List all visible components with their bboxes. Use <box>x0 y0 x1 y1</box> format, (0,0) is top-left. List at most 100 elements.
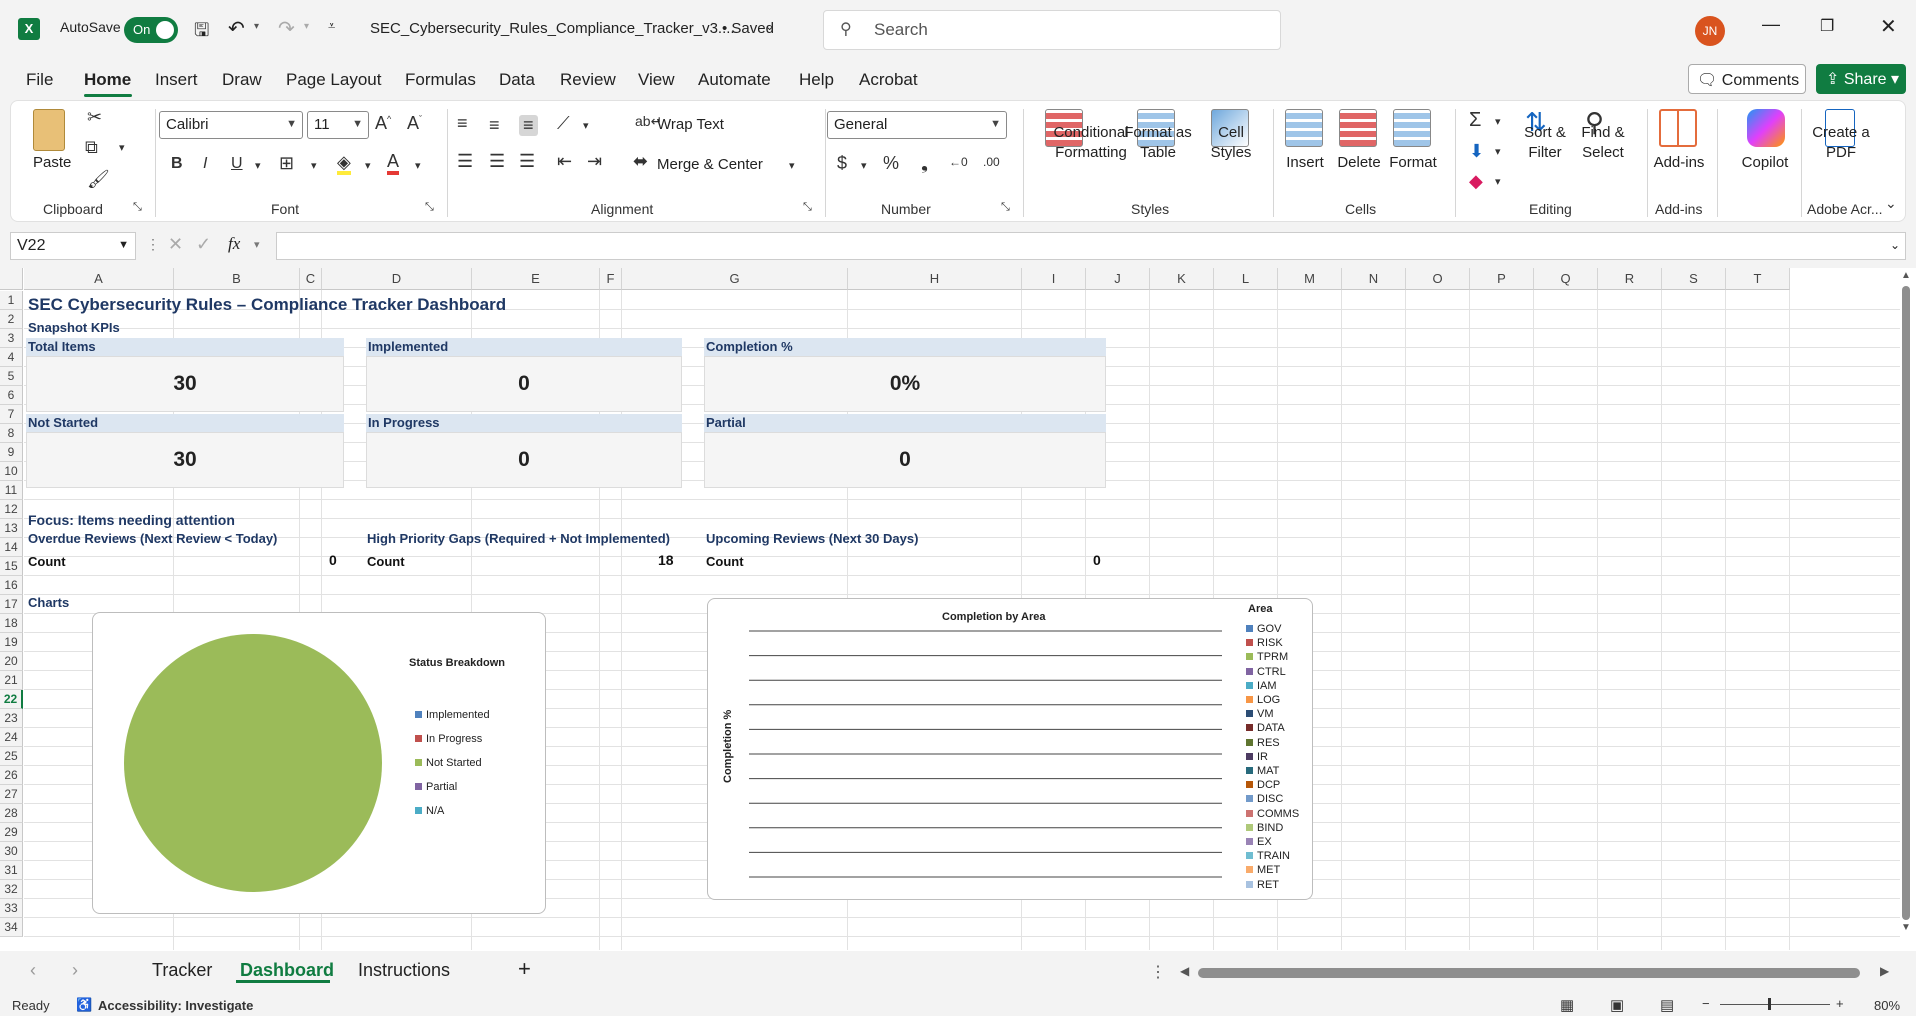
menu-formulas[interactable]: Formulas <box>405 70 476 90</box>
row-header[interactable]: 26 <box>0 766 23 785</box>
bar-legend-item[interactable]: IAM <box>1246 680 1277 692</box>
row-header[interactable]: 19 <box>0 633 23 652</box>
align-right-icon[interactable]: ☰ <box>519 151 535 172</box>
bar-legend-item[interactable]: DCP <box>1246 779 1280 791</box>
delete-cells-icon[interactable] <box>1339 109 1377 147</box>
column-header[interactable]: R <box>1598 268 1662 290</box>
row-header[interactable]: 8 <box>0 424 23 443</box>
add-ins-icon[interactable] <box>1659 109 1697 147</box>
column-header[interactable]: H <box>848 268 1022 290</box>
font-launcher-icon[interactable]: ⤡ <box>425 201 434 214</box>
zoom-level[interactable]: 80% <box>1874 998 1900 1013</box>
row-header[interactable]: 30 <box>0 842 23 861</box>
kpi-label-implemented[interactable]: Implemented <box>366 338 682 356</box>
column-header[interactable]: A <box>24 268 174 290</box>
column-header[interactable]: I <box>1022 268 1086 290</box>
font-size-select[interactable]: 11 ▼ <box>307 111 369 139</box>
format-painter-icon[interactable]: 🖌 <box>87 169 110 190</box>
column-header[interactable]: Q <box>1534 268 1598 290</box>
file-name[interactable]: SEC_Cybersecurity_Rules_Compliance_Track… <box>370 20 735 37</box>
expand-formula-bar-icon[interactable]: ⌄ <box>1890 238 1900 252</box>
fill-icon[interactable]: ⬇ <box>1469 141 1484 162</box>
row-header[interactable]: 2 <box>0 310 23 329</box>
column-header[interactable]: E <box>472 268 600 290</box>
bar-legend-item[interactable]: RET <box>1246 879 1279 891</box>
menu-insert[interactable]: Insert <box>155 70 198 90</box>
column-header[interactable]: T <box>1726 268 1790 290</box>
kpi-value-not-started[interactable]: 30 <box>26 432 344 488</box>
accessibility-icon[interactable]: ♿ <box>76 997 92 1013</box>
menu-acrobat[interactable]: Acrobat <box>859 70 918 90</box>
orientation-icon[interactable]: ⟋ <box>557 113 570 134</box>
row-header[interactable]: 17 <box>0 595 23 614</box>
ribbon-collapse-icon[interactable]: ⌄ <box>1885 195 1897 212</box>
row-header[interactable]: 29 <box>0 823 23 842</box>
merge-center-label[interactable]: Merge & Center <box>657 155 763 175</box>
status-pie-chart[interactable]: Status Breakdown Implemented In Progress N… <box>92 612 546 914</box>
kpi-label-partial[interactable]: Partial <box>704 414 1106 432</box>
confirm-entry-icon[interactable]: ✓ <box>196 234 211 255</box>
row-header[interactable]: 31 <box>0 861 23 880</box>
bar-legend-item[interactable]: DATA <box>1246 722 1285 734</box>
page-layout-view-icon[interactable]: ▣ <box>1610 996 1624 1014</box>
row-header[interactable]: 15 <box>0 557 23 576</box>
font-color-dropdown-icon[interactable]: ▾ <box>415 159 421 172</box>
cancel-entry-icon[interactable]: ✕ <box>168 234 183 255</box>
vertical-scrollbar[interactable]: ▲ ▼ <box>1900 270 1912 933</box>
focus-high-priority-count[interactable]: 18 <box>658 552 674 568</box>
align-left-icon[interactable]: ☰ <box>457 151 473 172</box>
copilot-icon[interactable] <box>1747 109 1785 147</box>
row-header[interactable]: 1 <box>0 291 23 310</box>
prev-sheet-icon[interactable]: ‹ <box>30 960 36 981</box>
fx-dropdown-icon[interactable]: ▾ <box>254 238 260 251</box>
alignment-launcher-icon[interactable]: ⤡ <box>803 201 812 214</box>
menu-view[interactable]: View <box>638 70 675 90</box>
pie-legend-item[interactable]: In Progress <box>415 733 482 745</box>
menu-automate[interactable]: Automate <box>698 70 771 90</box>
customize-toolbar-icon[interactable]: ⩡ <box>328 18 335 34</box>
increase-font-icon[interactable]: A^ <box>375 113 391 134</box>
fill-dropdown-icon[interactable]: ▾ <box>1495 145 1501 158</box>
paste-label[interactable]: Paste <box>33 153 71 173</box>
scroll-down-icon[interactable]: ▼ <box>1901 922 1911 933</box>
redo-dropdown-icon[interactable]: ▾ <box>304 21 309 32</box>
decrease-decimal-icon[interactable]: .00 <box>983 155 1000 169</box>
worksheet-grid[interactable]: ABCDEFGHIJKLMNOPQRST 1 2 3 4 5 6 7 8 9 10 11 12 13 14… <box>0 268 1916 951</box>
menu-data[interactable]: Data <box>499 70 535 90</box>
copy-dropdown-icon[interactable]: ▾ <box>119 141 125 154</box>
clear-icon[interactable]: ◆ <box>1469 171 1483 192</box>
row-header[interactable]: 28 <box>0 804 23 823</box>
close-icon[interactable]: ✕ <box>1880 14 1897 39</box>
zoom-in-icon[interactable]: + <box>1836 996 1844 1011</box>
row-header[interactable]: 25 <box>0 747 23 766</box>
kpi-label-not-started[interactable]: Not Started <box>26 414 344 432</box>
kpi-label-completion[interactable]: Completion % <box>704 338 1106 356</box>
bar-legend-item[interactable]: TPRM <box>1246 651 1288 663</box>
avatar[interactable]: JN <box>1695 16 1725 46</box>
align-top-icon[interactable]: ≡ <box>457 113 468 134</box>
bar-legend-item[interactable]: RES <box>1246 737 1280 749</box>
row-header[interactable]: 5 <box>0 367 23 386</box>
undo-dropdown-icon[interactable]: ▾ <box>254 21 259 32</box>
column-header[interactable]: D <box>322 268 472 290</box>
column-header[interactable]: F <box>600 268 622 290</box>
percent-icon[interactable]: % <box>883 153 899 174</box>
bar-legend-item[interactable]: TRAIN <box>1246 850 1290 862</box>
column-header[interactable]: L <box>1214 268 1278 290</box>
row-header[interactable]: 11 <box>0 481 23 500</box>
row-header[interactable]: 23 <box>0 709 23 728</box>
focus-overdue-label[interactable]: Overdue Reviews (Next Review < Today) <box>28 531 277 546</box>
row-header[interactable]: 24 <box>0 728 23 747</box>
row-header[interactable]: 33 <box>0 899 23 918</box>
menu-help[interactable]: Help <box>799 70 834 90</box>
insert-function-icon[interactable]: fx <box>228 234 240 254</box>
column-header[interactable]: O <box>1406 268 1470 290</box>
pie-legend-item[interactable]: Implemented <box>415 709 490 721</box>
minimize-icon[interactable]: — <box>1762 14 1780 35</box>
comma-icon[interactable]: ❟ <box>921 153 928 174</box>
tab-dashboard[interactable]: Dashboard <box>240 960 334 981</box>
bar-legend-item[interactable]: LOG <box>1246 694 1280 706</box>
autosum-icon[interactable]: Σ <box>1469 109 1481 132</box>
scroll-up-icon[interactable]: ▲ <box>1901 270 1911 281</box>
completion-by-area-chart[interactable]: Completion by Area Completion % Area GOV… <box>707 598 1313 900</box>
